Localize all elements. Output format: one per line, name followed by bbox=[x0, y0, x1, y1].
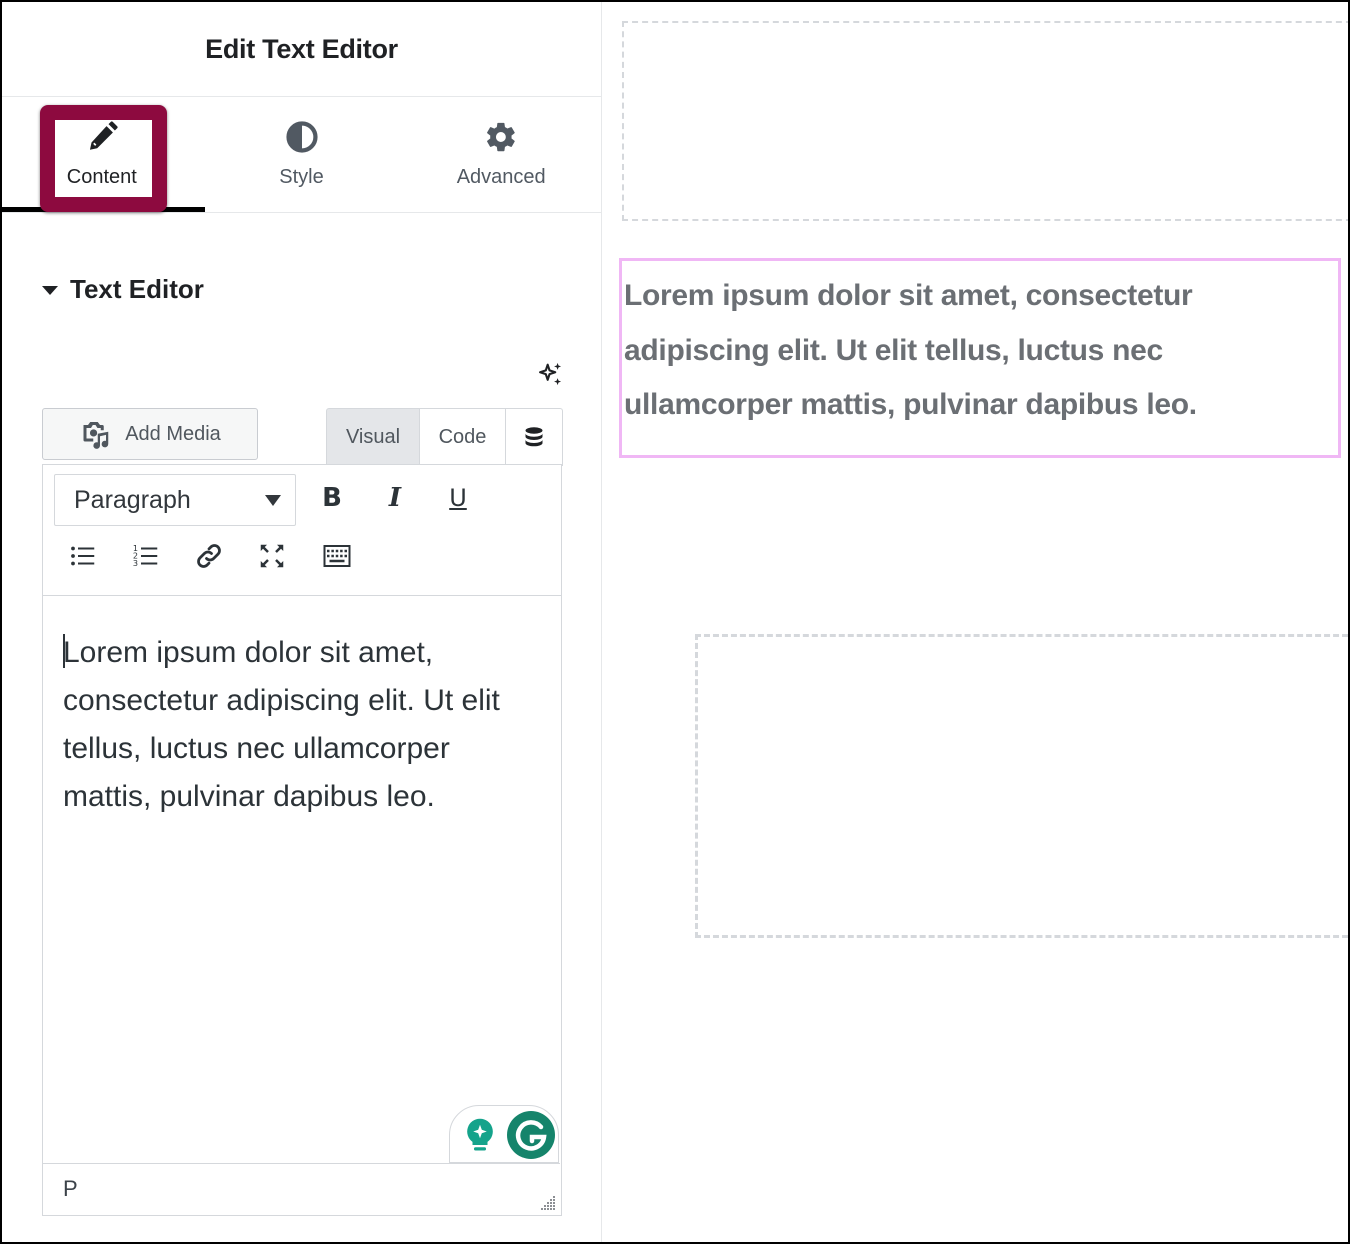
preview-text: Lorem ipsum dolor sit amet, consectetur … bbox=[624, 279, 1197, 421]
section-title: Text Editor bbox=[70, 274, 204, 304]
active-tab-indicator bbox=[2, 207, 205, 212]
link-icon bbox=[197, 544, 221, 568]
underline-button[interactable]: U bbox=[436, 476, 480, 520]
element-path[interactable]: P bbox=[63, 1176, 78, 1202]
tab-style-label: Style bbox=[279, 166, 324, 188]
editor-statusbar: P bbox=[43, 1163, 560, 1215]
bulleted-list-button[interactable] bbox=[61, 534, 105, 578]
editor-mode-tabs: Visual Code bbox=[326, 408, 563, 466]
bulleted-list-icon bbox=[71, 546, 95, 566]
half-circle-icon bbox=[285, 121, 318, 153]
numbered-list-button[interactable]: 1 2 3 bbox=[124, 534, 168, 578]
numbered-list-icon: 1 2 3 bbox=[133, 543, 158, 568]
dropdown-arrow-icon bbox=[265, 495, 281, 506]
gear-icon bbox=[487, 122, 515, 152]
add-media-label: Add Media bbox=[125, 422, 221, 445]
grammarly-g-icon bbox=[507, 1111, 555, 1159]
editor-toolbar: Paragraph B I U 1 2 3 bbox=[43, 465, 561, 596]
section-toggle-text-editor[interactable]: Text Editor bbox=[42, 274, 204, 305]
paragraph-format-select[interactable]: Paragraph bbox=[54, 474, 296, 526]
editor-content-text: Lorem ipsum dolor sit amet, consectetur … bbox=[63, 636, 500, 813]
app-window: Edit Text Editor Content Style Advanced … bbox=[0, 0, 1350, 1244]
preview-canvas: Lorem ipsum dolor sit amet, consectetur … bbox=[603, 2, 1348, 1242]
grammarly-widget[interactable] bbox=[449, 1105, 559, 1163]
lightbulb-icon bbox=[467, 1118, 493, 1151]
editor-content-area[interactable]: Lorem ipsum dolor sit amet, consectetur … bbox=[63, 629, 543, 821]
insert-link-button[interactable] bbox=[187, 534, 231, 578]
editor-panel: Edit Text Editor Content Style Advanced … bbox=[2, 2, 602, 1242]
empty-widget-placeholder-bottom[interactable] bbox=[695, 634, 1348, 938]
caret-down-icon bbox=[42, 286, 58, 295]
italic-button[interactable]: I bbox=[373, 476, 417, 520]
fullscreen-button[interactable] bbox=[250, 534, 294, 578]
media-camera-music-icon bbox=[83, 422, 109, 449]
text-editor-widget-preview[interactable]: Lorem ipsum dolor sit amet, consectetur … bbox=[619, 258, 1341, 458]
tab-style[interactable]: Style bbox=[202, 97, 402, 212]
wysiwyg-editor: Paragraph B I U 1 2 3 Lorem ipsum dolor … bbox=[42, 464, 562, 1216]
tab-advanced[interactable]: Advanced bbox=[401, 97, 601, 212]
tab-content-label: Content bbox=[66, 166, 137, 188]
bold-button[interactable]: B bbox=[310, 476, 354, 520]
fullscreen-expand-icon bbox=[260, 544, 284, 568]
toolbar-toggle-button[interactable] bbox=[315, 534, 359, 578]
resize-grip-icon[interactable] bbox=[538, 1193, 556, 1211]
tab-advanced-label: Advanced bbox=[456, 166, 546, 188]
keyboard-toolbar-icon bbox=[323, 545, 351, 567]
tab-content[interactable]: Content bbox=[2, 97, 202, 212]
panel-header: Edit Text Editor bbox=[2, 2, 601, 97]
code-mode-tab[interactable]: Code bbox=[418, 408, 507, 466]
format-select-value: Paragraph bbox=[74, 485, 191, 514]
panel-title: Edit Text Editor bbox=[205, 33, 398, 64]
panel-tabs: Content Style Advanced bbox=[2, 97, 601, 213]
empty-widget-placeholder-top[interactable] bbox=[622, 21, 1348, 221]
visual-mode-tab[interactable]: Visual bbox=[326, 408, 420, 466]
svg-text:3: 3 bbox=[133, 558, 138, 568]
database-icon bbox=[525, 426, 543, 446]
add-media-button[interactable]: Add Media bbox=[42, 408, 258, 460]
pencil-icon bbox=[89, 121, 118, 150]
dynamic-tags-button[interactable] bbox=[505, 408, 563, 466]
ai-sparkle-icon[interactable] bbox=[536, 360, 564, 388]
